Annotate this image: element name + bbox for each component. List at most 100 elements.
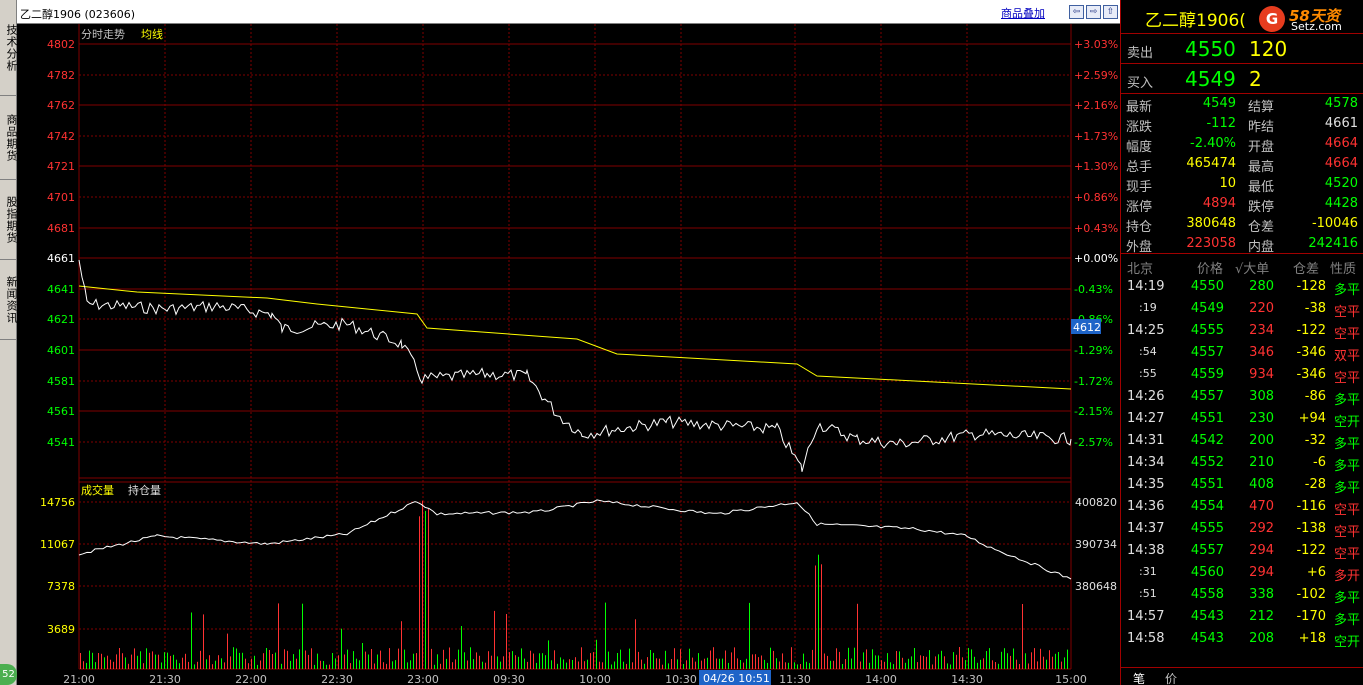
volume-bar	[710, 650, 711, 669]
volume-bar	[512, 651, 513, 669]
pct-tick-label: +2.59%	[1074, 69, 1118, 82]
prev-arrow-icon[interactable]: ⇦	[1069, 5, 1084, 19]
volume-bar	[347, 649, 348, 669]
intraday-chart[interactable]: 4802 +3.03% 4782 +2.59% 4762 +2.16% 4742 +1.73%…	[17, 24, 1120, 685]
tick-row[interactable]: :31 4560 294 +6 多开	[1121, 562, 1363, 584]
time-tick-label: 14:30	[951, 673, 983, 685]
volume-bar	[623, 661, 624, 669]
volume-bar	[380, 650, 381, 669]
volume-bar	[359, 660, 360, 669]
volume-bar	[782, 653, 783, 669]
volume-bar	[569, 659, 570, 669]
tick-price: 4552	[1190, 455, 1224, 470]
tick-oi-change: -128	[1296, 279, 1326, 294]
volume-bar	[587, 659, 588, 669]
stat-label: 结算	[1248, 100, 1275, 115]
volume-bar	[557, 663, 558, 669]
tick-time: :55	[1139, 367, 1157, 380]
volume-bar	[131, 654, 132, 669]
panel-tabs: 笔 价	[1121, 667, 1363, 685]
side-tab-index-futures[interactable]: 股指期货	[0, 180, 18, 260]
tick-nature: 多平	[1333, 613, 1360, 628]
tick-oi-change: -116	[1296, 499, 1326, 514]
stat-value: 223058	[1186, 236, 1236, 251]
volume-bar	[626, 663, 627, 669]
volume-bar	[1043, 656, 1044, 669]
tick-row[interactable]: :55 4559 934 -346 空平	[1121, 364, 1363, 386]
next-arrow-icon[interactable]: ⇨	[1086, 5, 1101, 19]
tick-volume: 200	[1249, 433, 1274, 448]
volume-bar	[368, 654, 369, 669]
tab-ticks[interactable]: 笔	[1133, 670, 1145, 685]
tick-nature: 多平	[1333, 283, 1360, 298]
open-interest-line	[78, 499, 1072, 580]
tab-price[interactable]: 价	[1165, 670, 1177, 685]
tick-row[interactable]: 14:34 4552 210 -6 多平	[1121, 452, 1363, 474]
volume-bar	[959, 647, 960, 669]
tick-row[interactable]: :19 4549 220 -38 空平	[1121, 298, 1363, 320]
tick-row[interactable]: 14:27 4551 230 +94 空开	[1121, 408, 1363, 430]
tick-row[interactable]: :51 4558 338 -102 多平	[1121, 584, 1363, 606]
volume-bar	[974, 656, 975, 669]
intraday-tab-label[interactable]: 分时走势	[81, 28, 125, 41]
up-arrow-icon[interactable]: ⇧	[1103, 5, 1118, 19]
volume-bar	[947, 663, 948, 669]
tick-row[interactable]: 14:31 4542 200 -32 多平	[1121, 430, 1363, 452]
tick-row[interactable]: 14:58 4543 208 +18 空开	[1121, 628, 1363, 650]
volume-bar	[509, 652, 510, 669]
volume-bar	[743, 662, 744, 669]
tick-row[interactable]: 14:38 4557 294 -122 空平	[1121, 540, 1363, 562]
volume-bar	[1028, 663, 1029, 669]
volume-bar	[788, 662, 789, 669]
price-tick-label: 4601	[47, 344, 75, 357]
volume-bar	[590, 653, 591, 669]
stats-row: 外盘 223058 内盘 242416	[1121, 234, 1363, 255]
volume-bar	[872, 649, 873, 669]
volume-bar	[725, 650, 726, 669]
side-tab-technical[interactable]: 技术分析	[0, 0, 18, 96]
volume-bar	[392, 661, 393, 669]
side-tab-commodity-futures[interactable]: 商品期货	[0, 96, 18, 180]
side-badge[interactable]: 52	[0, 664, 17, 685]
tick-row[interactable]: 14:37 4555 292 -138 空平	[1121, 518, 1363, 540]
tick-price: 4559	[1190, 367, 1224, 382]
volume-bar	[719, 658, 720, 669]
logo-url: Setz.com	[1291, 20, 1342, 33]
volume-bar	[617, 653, 618, 669]
volume-bar	[245, 658, 246, 669]
volume-bar	[503, 656, 504, 669]
commodity-overlay-link[interactable]: 商品叠加	[1001, 5, 1045, 21]
volume-bar	[740, 660, 741, 669]
tick-row[interactable]: 14:25 4555 234 -122 空平	[1121, 320, 1363, 342]
tick-row[interactable]: 14:26 4557 308 -86 多平	[1121, 386, 1363, 408]
stat-value: 4578	[1324, 96, 1358, 111]
price-tick-label: 4802	[47, 38, 75, 51]
tick-row[interactable]: :54 4557 346 -346 双平	[1121, 342, 1363, 364]
tick-volume: 220	[1249, 301, 1274, 316]
quote-panel: 乙二醇1906( G 58天资 Setz.com 卖出 4550 120 买入 …	[1120, 0, 1363, 685]
volume-bar	[971, 649, 972, 669]
volume-bar	[485, 662, 486, 669]
tick-nature: 空平	[1333, 525, 1360, 540]
volume-bar	[932, 664, 933, 669]
tick-row[interactable]: 14:35 4551 408 -28 多平	[1121, 474, 1363, 496]
tick-row[interactable]: 14:57 4543 212 -170 多平	[1121, 606, 1363, 628]
volume-bar	[713, 647, 714, 669]
tick-row[interactable]: 14:19 4550 280 -128 多平	[1121, 276, 1363, 298]
tick-oi-change: -170	[1296, 609, 1326, 624]
stat-label: 最新	[1126, 100, 1153, 115]
volume-bar	[218, 655, 219, 669]
volume-bar	[827, 655, 828, 669]
volume-bar	[944, 656, 945, 669]
tick-nature: 空平	[1333, 371, 1360, 386]
tick-row[interactable]: 14:36 4554 470 -116 空平	[1121, 496, 1363, 518]
volume-bar	[293, 654, 294, 669]
volume-bar	[851, 658, 852, 669]
tick-volume: 280	[1249, 279, 1274, 294]
tick-time: 14:35	[1127, 477, 1165, 492]
pct-tick-label: -0.43%	[1074, 283, 1113, 296]
side-tab-news[interactable]: 新闻资讯	[0, 260, 18, 340]
volume-bar	[1064, 657, 1065, 669]
volume-bar	[551, 660, 552, 669]
volume-bar	[686, 660, 687, 669]
